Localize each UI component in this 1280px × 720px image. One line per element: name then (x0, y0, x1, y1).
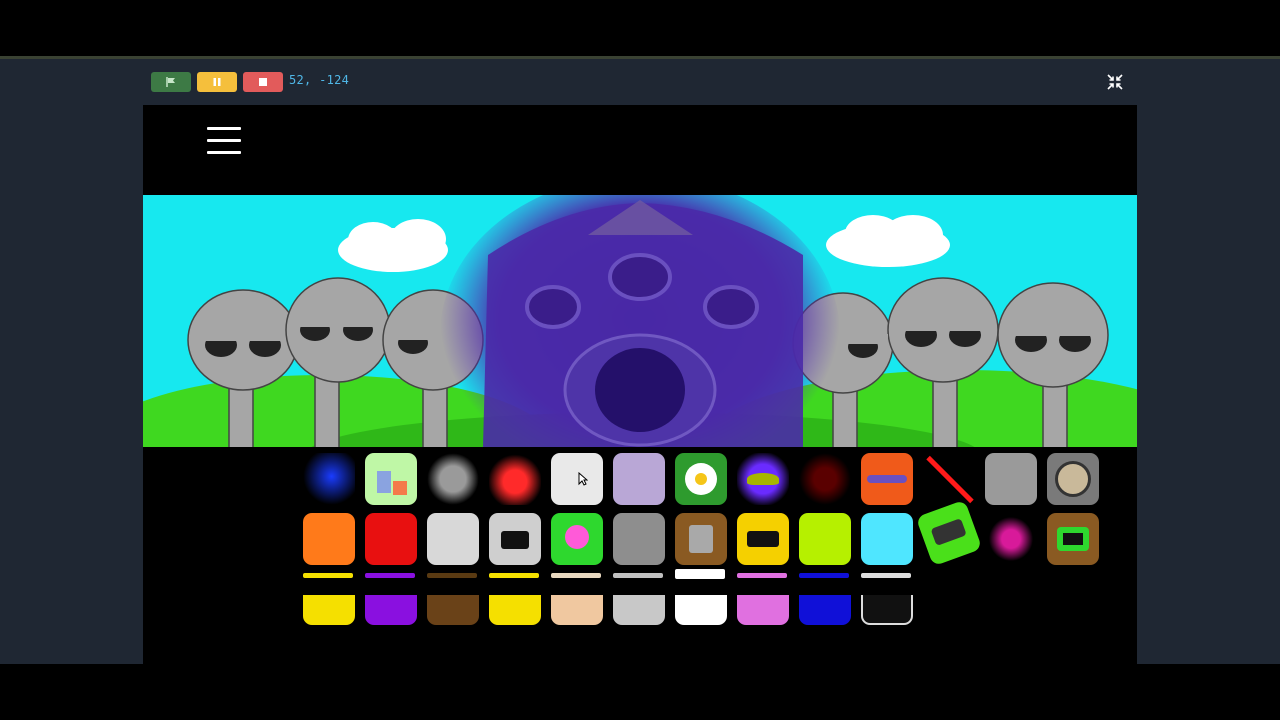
hamburger-menu-icon (207, 127, 241, 130)
game-stage[interactable] (143, 105, 1137, 664)
red-crown-icon[interactable] (365, 513, 417, 565)
blue-swirl-icon[interactable] (303, 453, 355, 505)
video-bottom-bar (0, 664, 1280, 720)
sound-icon-tray (143, 447, 1137, 664)
yellow-bunting-icon[interactable] (303, 595, 355, 625)
hamburger-menu-button[interactable] (207, 127, 241, 161)
game-scene (143, 195, 1137, 447)
red-stick-icon[interactable] (923, 453, 975, 505)
grey-cat-ears-icon[interactable] (985, 453, 1037, 505)
lime-spiky-icon[interactable] (799, 513, 851, 565)
row3-edge-8 (737, 573, 787, 578)
row3-edge-4 (489, 573, 539, 578)
mouse-cursor-icon (578, 472, 588, 486)
white-block-icon[interactable] (675, 595, 727, 625)
blue-block-icon[interactable] (799, 595, 851, 625)
green-ufo-icon[interactable] (737, 453, 789, 505)
row3-edge-9 (799, 573, 849, 578)
pause-button[interactable] (197, 72, 237, 92)
green-flag-button[interactable] (151, 72, 191, 92)
pink-candy-icon[interactable] (985, 513, 1037, 565)
orange-saturn-icon[interactable] (861, 453, 913, 505)
yellow-screen-icon[interactable] (737, 513, 789, 565)
yellow-block-icon[interactable] (489, 595, 541, 625)
pink-flower-icon[interactable] (551, 513, 603, 565)
brown-crate-icon[interactable] (427, 595, 479, 625)
pink-block-icon[interactable] (737, 595, 789, 625)
white-flower-icon[interactable] (675, 453, 727, 505)
grey-orb-icon[interactable] (427, 453, 479, 505)
green-tv-icon[interactable] (1047, 513, 1099, 565)
row3-edge-1 (303, 573, 353, 578)
stop-icon (259, 78, 267, 86)
gift-boxes-icon[interactable] (365, 453, 417, 505)
row3-edge-6 (613, 573, 663, 578)
lavender-block-icon[interactable] (613, 453, 665, 505)
purple-block-icon[interactable] (365, 595, 417, 625)
row3-edge-7 (675, 569, 725, 579)
exit-fullscreen-icon (1107, 74, 1123, 90)
white-cloud-icon[interactable] (551, 453, 603, 505)
stop-button[interactable] (243, 72, 283, 92)
exit-fullscreen-button[interactable] (1106, 73, 1124, 91)
silver-gear-icon[interactable] (427, 513, 479, 565)
row3-edge-5 (551, 573, 601, 578)
roulette-wheel-icon[interactable] (1047, 453, 1099, 505)
grey-ears-icon[interactable] (613, 513, 665, 565)
robot-screen-icon[interactable] (489, 513, 541, 565)
row3-edge-3 (427, 573, 477, 578)
green-speaker-icon[interactable] (915, 499, 983, 567)
mouse-coordinates: 52, -124 (289, 73, 350, 87)
red-visor-icon[interactable] (799, 453, 851, 505)
brown-bag-icon[interactable] (675, 513, 727, 565)
row3-edge-10 (861, 573, 911, 578)
beige-block-icon[interactable] (551, 595, 603, 625)
video-top-bar (0, 0, 1280, 56)
black-outline-icon[interactable] (861, 595, 913, 625)
orange-horns-icon[interactable] (303, 513, 355, 565)
purple-monster (440, 195, 840, 447)
cyan-headphones-icon[interactable] (861, 513, 913, 565)
row3-edge-2 (365, 573, 415, 578)
silver-keyboard-icon[interactable] (613, 595, 665, 625)
flag-icon (166, 77, 175, 87)
pause-icon (213, 78, 221, 86)
red-light-icon[interactable] (489, 453, 541, 505)
